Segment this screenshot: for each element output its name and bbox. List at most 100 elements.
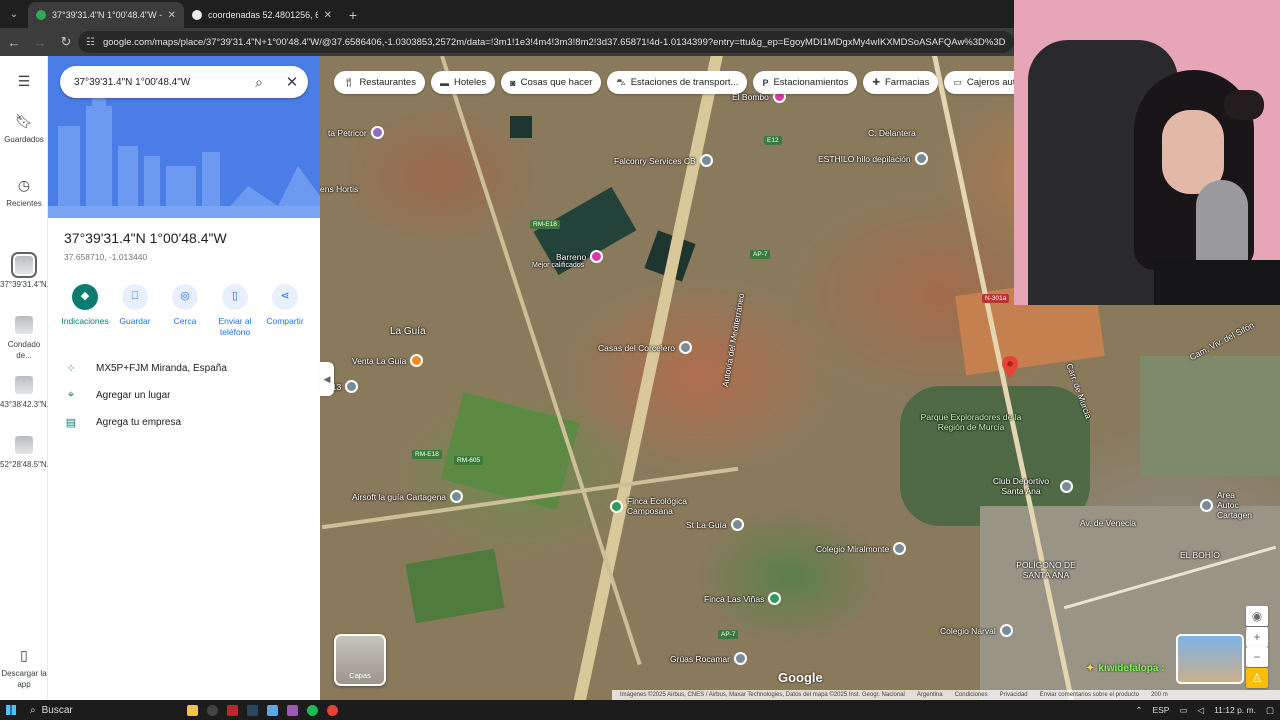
poi-venta-la-guia[interactable]: Venta La Guía — [352, 354, 424, 367]
terms-link[interactable]: Condiciones — [955, 692, 988, 698]
search-input[interactable]: 37°39'31.4"N 1°00'48.4"W — [74, 77, 242, 88]
privacy-link[interactable]: Privacidad — [1000, 692, 1028, 698]
poi-club-deportivo[interactable]: Club Deportivo Santa Ana — [986, 476, 1073, 496]
search-box[interactable]: 37°39'31.4"N 1°00'48.4"W ⌕ ✕ — [60, 66, 308, 98]
add-business-row[interactable]: ▤ Agrega tu empresa — [64, 416, 181, 429]
history-item[interactable]: 52°28'48.5"N... — [0, 434, 53, 471]
obs-icon[interactable] — [202, 700, 222, 720]
address-bar[interactable]: ☷ google.com/maps/place/37°39'31.4"N+1°0… — [78, 31, 1014, 53]
browser-tab[interactable]: 37°39'31.4"N 1°00'48.4"W - Go ✕ — [28, 2, 184, 28]
tab-search-icon[interactable]: ⌄ — [0, 0, 28, 28]
store-icon: ▤ — [65, 417, 77, 429]
new-tab-button[interactable]: + — [340, 2, 366, 28]
chevron-up-icon[interactable]: ⌃ — [1135, 705, 1142, 716]
chip-things-to-do[interactable]: ◙ Cosas que hacer — [501, 71, 602, 94]
collapse-panel-button[interactable]: ◀ — [320, 362, 334, 396]
shopping-icon — [590, 250, 604, 263]
school-icon — [893, 542, 907, 555]
poi-st-la-guia[interactable]: St La Guía — [686, 518, 744, 531]
street-view-thumbnail[interactable] — [1176, 634, 1244, 684]
poi-area-autoc[interactable]: Area Autoc Cartagen — [1200, 490, 1257, 520]
poi-colegio-narval[interactable]: Colegio Narval — [940, 624, 1013, 637]
language-indicator[interactable]: ESP — [1152, 705, 1169, 715]
action-label: Cerca — [173, 316, 197, 326]
notification-icon[interactable]: ▢ — [1266, 705, 1274, 716]
my-location-button[interactable]: ◉ — [1246, 606, 1268, 626]
location-pin-icon[interactable] — [1002, 356, 1018, 378]
browser-tab[interactable]: coordenadas 52.4801256, 62.18 ✕ — [184, 2, 340, 28]
share-button[interactable]: ⋖ Compartir — [260, 284, 310, 337]
place-icon — [450, 490, 464, 503]
poi-colegio-miralmonte[interactable]: Colegio Miralmonte — [816, 542, 907, 555]
close-tab-icon[interactable]: ✕ — [324, 10, 332, 21]
directions-button[interactable]: ◆ Indicaciones — [60, 284, 110, 337]
chip-restaurants[interactable]: 🍴︎ Restaurantes — [334, 71, 425, 94]
place-icon — [345, 380, 359, 393]
close-tab-icon[interactable]: ✕ — [168, 10, 176, 21]
place-icon — [1060, 479, 1073, 493]
history-item[interactable]: 43°38'42.3"N... — [0, 374, 53, 411]
history-item[interactable]: Condado de... — [0, 314, 48, 362]
park-label: Parque Exploradores de la Región de Murc… — [920, 412, 1022, 432]
scale-bar[interactable]: 200 m — [1151, 692, 1168, 698]
layers-button[interactable]: Capas — [334, 634, 386, 686]
nearby-button[interactable]: ◎ Cerca — [160, 284, 210, 337]
spotify-icon[interactable] — [302, 700, 322, 720]
file-explorer-icon[interactable] — [182, 700, 202, 720]
menu-button[interactable]: ☰ — [0, 72, 48, 95]
close-icon[interactable]: ✕ — [276, 73, 308, 91]
poi-casas-corcelero[interactable]: Casas del Corcelero — [598, 341, 693, 354]
region-link[interactable]: Argentina — [917, 692, 943, 698]
forward-button[interactable]: → — [28, 30, 52, 54]
feedback-link[interactable]: Enviar comentarios sobre el producto — [1040, 692, 1139, 698]
saved-button[interactable]: 🔖︎ Guardados — [0, 112, 48, 146]
plush-toy — [1224, 90, 1264, 120]
pharmacy-icon: ✚ — [872, 77, 880, 87]
poi-falconry[interactable]: Falconry Services CB — [614, 154, 713, 167]
poi-petricor[interactable]: ta Petricor — [328, 126, 384, 139]
taskbar-search[interactable]: ⌕ Buscar — [22, 702, 182, 718]
download-label: Descargar la app — [1, 668, 47, 689]
volume-icon[interactable]: ◁ — [1198, 705, 1205, 716]
poi-gruas-rocamar[interactable]: Grúas Rocamar — [670, 652, 747, 665]
steam-icon[interactable] — [242, 700, 262, 720]
recent-button[interactable]: ◷ Recientes — [0, 176, 48, 210]
back-button[interactable]: ← — [2, 30, 26, 54]
zoom-in-button[interactable]: + — [1246, 627, 1268, 647]
transit-icon: ⛍ — [616, 76, 626, 87]
place-thumbnail — [13, 374, 35, 396]
app-icon[interactable] — [262, 700, 282, 720]
poi-finca-camposana[interactable]: Finca Ecológica Camposana — [610, 496, 703, 516]
poi-airsoft[interactable]: Airsoft la guía Cartagena — [352, 490, 464, 503]
start-button[interactable] — [0, 700, 22, 720]
add-place-row[interactable]: ⌖ Agregar un lugar — [64, 389, 171, 402]
save-button[interactable]: ⎕ Guardar — [110, 284, 160, 337]
clock[interactable]: 11:12 p. m. — [1214, 705, 1256, 715]
chip-hotels[interactable]: ▬ Hoteles — [430, 71, 496, 94]
send-to-phone-button[interactable]: ▯ Enviar al teléfono — [210, 284, 260, 337]
zoom-out-button[interactable]: − — [1246, 647, 1268, 667]
chip-pharmacies[interactable]: ✚ Farmacias — [863, 71, 939, 94]
road-shield: N-301a — [982, 294, 1010, 303]
place-thumbnail — [13, 434, 35, 456]
app-icon[interactable] — [282, 700, 302, 720]
place-title: 37°39'31.4"N 1°00'48.4"W — [64, 230, 227, 246]
network-icon[interactable]: ▭ — [1179, 705, 1187, 716]
action-label: Enviar al teléfono — [218, 316, 252, 337]
poi-esthilo[interactable]: ESTHILO hilo depilación — [818, 152, 928, 165]
motorway-label: Autovía del Mediterráneo — [720, 292, 747, 388]
chip-parking[interactable]: P Estacionamientos — [753, 71, 858, 94]
pegman-button[interactable]: ♙ — [1246, 668, 1268, 688]
chip-transit[interactable]: ⛍ Estaciones de transport... — [607, 71, 748, 94]
street-label: Av. de Venecia — [1080, 518, 1136, 528]
chrome-icon[interactable] — [322, 700, 342, 720]
bookmark-icon: 🔖︎ — [15, 113, 33, 129]
download-app-button[interactable]: ▯ Descargar la app — [0, 646, 48, 690]
reload-button[interactable]: ↻ — [54, 30, 78, 54]
history-item[interactable]: 37°39'31.4"N... — [0, 252, 53, 291]
search-icon[interactable]: ⌕ — [242, 74, 276, 91]
site-info-icon[interactable]: ☷ — [86, 37, 95, 48]
app-icon[interactable] — [222, 700, 242, 720]
poi-finca-las-vinas[interactable]: Finca Las Viñas — [704, 592, 782, 605]
plus-code-row[interactable]: ⁘ MX5P+FJM Miranda, España — [64, 362, 227, 375]
